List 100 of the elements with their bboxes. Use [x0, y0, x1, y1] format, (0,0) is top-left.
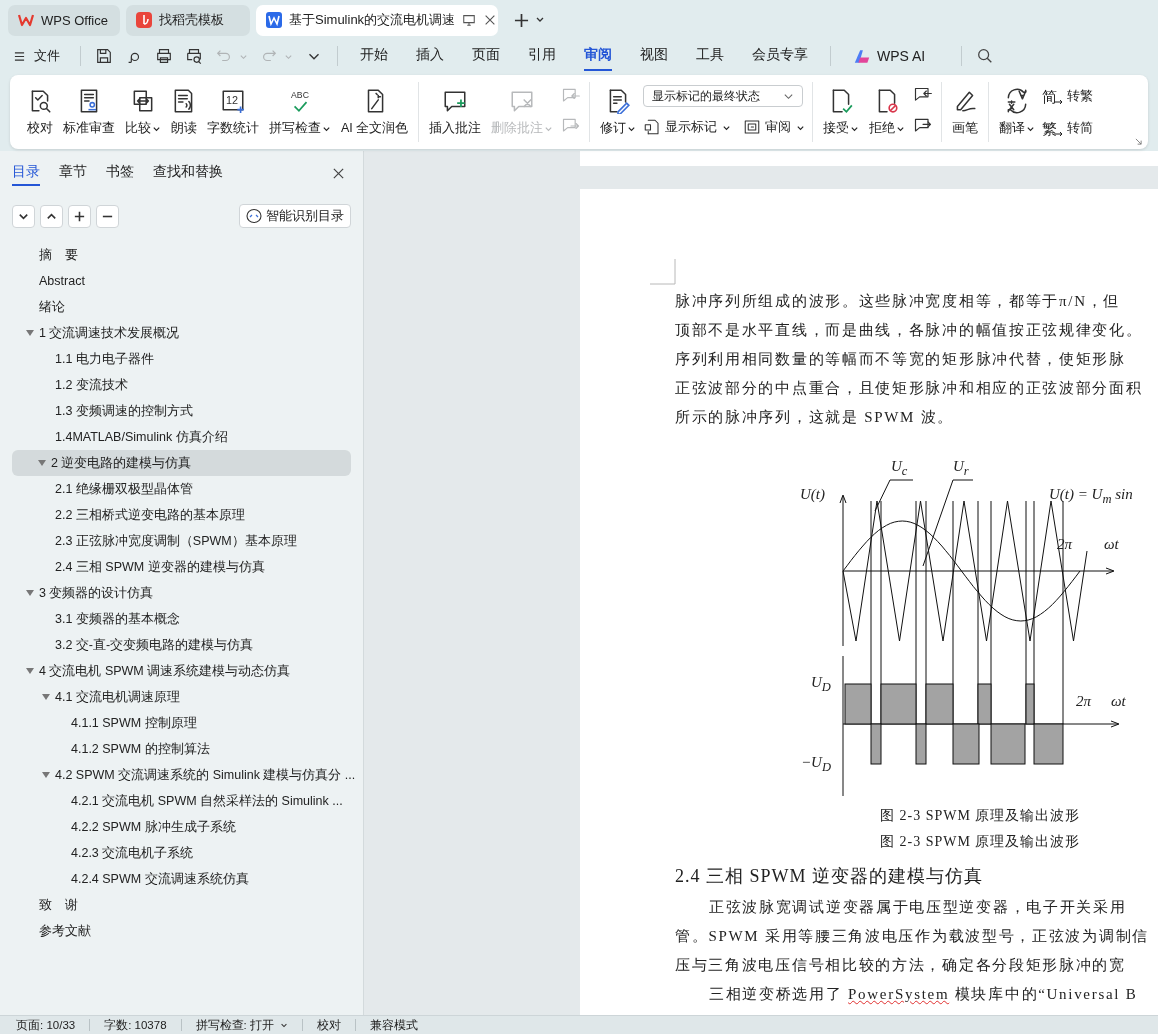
ribbon-tab[interactable]: 视图 [640, 41, 668, 71]
toc-item[interactable]: 2.1 绝缘栅双极型晶体管 [0, 476, 351, 502]
ribbon-button[interactable]: 简 转繁 [1042, 84, 1094, 108]
toc-item[interactable]: 1.4MATLAB/Simulink 仿真介绍 [0, 424, 351, 450]
ribbon-button[interactable]: 校对 [24, 83, 56, 141]
wps-ai-button[interactable]: WPS AI [853, 48, 926, 64]
ribbon-button[interactable]: 审阅 [743, 115, 806, 139]
pane-tab[interactable]: 章节 [59, 160, 87, 186]
print-icon[interactable] [155, 47, 173, 65]
figure-caption: 图 2-3 SPWM 原理及输出波形 [880, 833, 1082, 851]
ribbon-button[interactable]: 标准审查 [60, 83, 118, 141]
figure-caption: 图 2-3 SPWM 原理及输出波形 [880, 807, 1082, 825]
toc-item[interactable]: 2 逆变电路的建模与仿真 [12, 450, 351, 476]
app-tab[interactable]: WPS Office [8, 4, 120, 36]
status-item: 校对 [316, 1017, 341, 1033]
plus-icon [73, 209, 86, 223]
paragraph-line: 所示的脉冲序列，这就是 SPWM 波。 [675, 408, 955, 427]
ai-badge-icon [246, 208, 262, 224]
toc-item[interactable]: 4 交流电机 SPWM 调速系统建模与动态仿真 [0, 658, 351, 684]
toc-item[interactable]: 1.2 变流技术 [0, 372, 351, 398]
carrier-label: U$_{c}$ [891, 458, 908, 479]
paragraph-line: 管。SPWM 采用等腰三角波电压作为载波型号，正弦波为调制信 [675, 927, 1150, 946]
status-item: 兼容模式 [369, 1017, 418, 1033]
toc-item[interactable]: 参考文献 [0, 918, 351, 944]
ribbon-tab[interactable]: 页面 [472, 41, 500, 71]
toc-item[interactable]: 4.1 交流电机调速原理 [0, 684, 351, 710]
toc-item[interactable]: 4.2.1 交流电机 SPWM 自然采样法的 Simulink ... [0, 788, 351, 814]
toc-item[interactable]: 摘 要 [0, 242, 351, 268]
ribbon-button[interactable]: 比较 [122, 83, 164, 141]
ribbon-button[interactable]: 拒绝 [866, 83, 909, 141]
expand-button[interactable] [12, 204, 35, 228]
toc-item[interactable]: 2.3 正弦脉冲宽度调制（SPWM）基本原理 [0, 528, 351, 554]
pane-tab[interactable]: 书签 [106, 160, 134, 186]
smart-toc-button[interactable]: 智能识别目录 [239, 204, 351, 228]
corner-mark-icon [650, 259, 676, 285]
toc-item[interactable]: 1 交流调速技术发展概况 [0, 320, 351, 346]
expand-arrow-icon[interactable] [26, 667, 34, 675]
ribbon-button[interactable]: AI 全文润色 [338, 83, 412, 141]
expand-corner-icon[interactable] [1135, 138, 1142, 145]
toc-item[interactable]: 3.1 变频器的基本概念 [0, 606, 351, 632]
document-logo-icon [266, 12, 282, 28]
pane-tab[interactable]: 目录 [12, 160, 40, 186]
paragraph-line: 正弦波部分的中点重合，且使矩形脉冲和相应的正弦波部分面积 [675, 379, 1144, 398]
pane-tab[interactable]: 查找和替换 [153, 160, 223, 186]
ribbon-button[interactable]: 显示标记 [643, 115, 732, 139]
ribbon-button[interactable]: 朗读 [168, 83, 200, 141]
collapse-button[interactable] [40, 204, 63, 228]
monitor-icon[interactable] [462, 13, 477, 27]
ribbon-tab[interactable]: 审阅 [584, 41, 612, 71]
file-menu[interactable]: 文件 [14, 47, 60, 65]
toc-item[interactable]: 4.2.4 SPWM 交流调速系统仿真 [0, 866, 351, 892]
toc-item[interactable]: 2.4 三相 SPWM 逆变器的建模与仿真 [0, 554, 351, 580]
ribbon-button[interactable]: 接受 [820, 83, 863, 141]
toc-item[interactable]: 3 变频器的设计仿真 [0, 580, 351, 606]
ribbon-button[interactable]: 修订 [597, 83, 640, 141]
expand-arrow-icon[interactable] [26, 589, 34, 597]
ribbon-button[interactable]: 画笔 [949, 83, 982, 141]
toc-item[interactable]: 2.2 三相桥式逆变电路的基本原理 [0, 502, 351, 528]
menu-icon [14, 50, 25, 62]
toc-item[interactable]: 4.2.2 SPWM 脉冲生成子系统 [0, 814, 351, 840]
toc-item[interactable]: Abstract [0, 268, 351, 294]
expand-arrow-icon[interactable] [42, 693, 50, 701]
ribbon-tab[interactable]: 工具 [696, 41, 724, 71]
expand-arrow-icon[interactable] [42, 771, 50, 779]
toc-item[interactable]: 绪论 [0, 294, 351, 320]
x-axis-label: ωt [1104, 536, 1119, 553]
toc-item[interactable]: 1.1 电力电子器件 [0, 346, 351, 372]
toc-item[interactable]: 4.1.2 SPWM 的控制算法 [0, 736, 351, 762]
ribbon-tab[interactable]: 开始 [360, 41, 388, 71]
reference-label: U$_{r}$ [953, 458, 969, 479]
expand-arrow-icon[interactable] [38, 459, 46, 467]
toc-item[interactable]: 4.1.1 SPWM 控制原理 [0, 710, 351, 736]
expand-arrow-icon[interactable] [26, 329, 34, 337]
toc-item[interactable]: 4.2.3 交流电机子系统 [0, 840, 351, 866]
print-preview-icon[interactable] [185, 47, 203, 65]
toc-item[interactable]: 致 谢 [0, 892, 351, 918]
show-markup-icon [643, 118, 662, 136]
ribbon-button[interactable]: 12 字数统计 [204, 83, 262, 141]
section-heading: 2.4 三相 SPWM 逆变器的建模与仿真 [675, 865, 984, 888]
ribbon-button[interactable]: 翻译 [996, 83, 1039, 141]
app-tab[interactable]: 找稻壳模板 [126, 4, 250, 36]
period-label: 2π [1076, 693, 1091, 710]
ribbon-tab[interactable]: 会员专享 [752, 41, 808, 71]
ribbon-tab[interactable]: 插入 [416, 41, 444, 71]
save-icon[interactable] [95, 47, 113, 65]
review-pane-icon [743, 118, 762, 136]
ribbon-button[interactable]: ABC 拼写检查 [266, 83, 334, 141]
ribbon-button[interactable]: 繁 转简 [1042, 116, 1094, 140]
ribbon-button[interactable]: 插入批注 [426, 83, 485, 141]
paragraph-line: 正弦波脉宽调试逆变器属于电压型逆变器，电子开关采用 [708, 898, 1128, 917]
status-dropdown[interactable]: 拼写检查: 打开 [195, 1017, 288, 1033]
toc-item[interactable]: 3.2 交-直-交变频电路的建模与仿真 [0, 632, 351, 658]
toc-item[interactable]: 1.3 变频调速的控制方式 [0, 398, 351, 424]
ribbon-tab[interactable]: 引用 [528, 41, 556, 71]
markup-dropdown[interactable]: 显示标记的最终状态 [643, 85, 804, 107]
app-tab[interactable]: 基于Simulink的交流电机调速 [256, 4, 498, 36]
status-item: 字数: 10378 [104, 1017, 167, 1033]
add-button[interactable] [68, 204, 91, 228]
new-tab-icon[interactable] [514, 12, 529, 28]
close-icon[interactable] [332, 166, 345, 180]
